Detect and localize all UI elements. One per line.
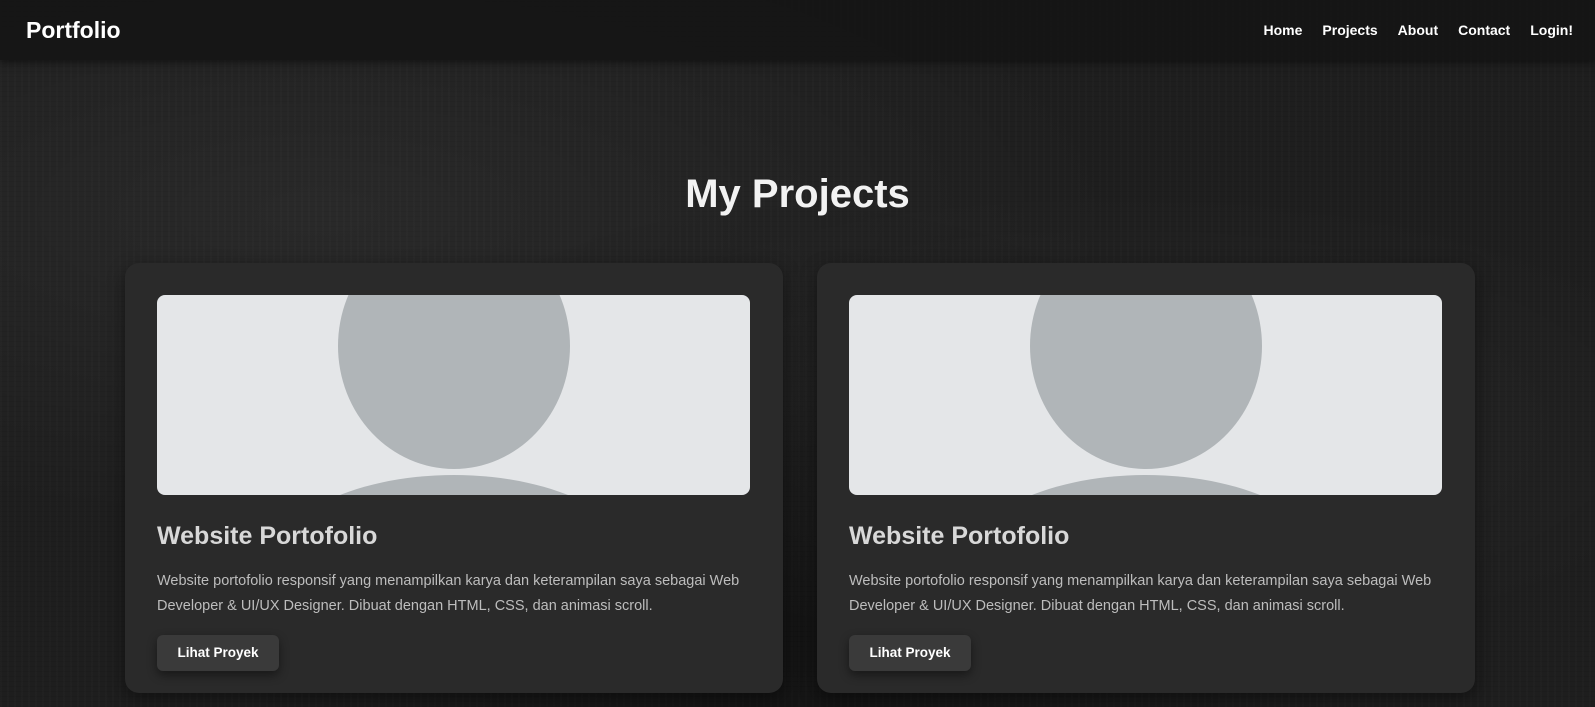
section-title: My Projects xyxy=(685,172,910,216)
navbar: Portfolio Home Projects About Contact Lo… xyxy=(0,0,1595,60)
avatar-head-shape xyxy=(1030,295,1262,469)
nav-links: Home Projects About Contact Login! xyxy=(1264,22,1573,38)
site-logo[interactable]: Portfolio xyxy=(26,17,121,44)
project-description: Website portofolio responsif yang menamp… xyxy=(849,573,1432,614)
project-title: Website Portofolio xyxy=(157,522,378,550)
avatar-shoulders-shape xyxy=(264,475,644,495)
project-title: Website Portofolio xyxy=(849,522,1070,550)
avatar-placeholder-icon xyxy=(849,295,1442,495)
nav-link-projects[interactable]: Projects xyxy=(1322,22,1377,38)
avatar-shoulders-shape xyxy=(956,475,1336,495)
project-description: Website portofolio responsif yang menamp… xyxy=(157,573,740,614)
project-card: Website Portofolio Website portofolio re… xyxy=(817,263,1475,693)
nav-link-login[interactable]: Login! xyxy=(1530,22,1573,38)
view-project-button[interactable]: Lihat Proyek xyxy=(849,635,971,671)
avatar-placeholder-icon xyxy=(157,295,750,495)
nav-link-home[interactable]: Home xyxy=(1264,22,1303,38)
nav-link-about[interactable]: About xyxy=(1398,22,1438,38)
project-card: Website Portofolio Website portofolio re… xyxy=(125,263,783,693)
avatar-head-shape xyxy=(338,295,570,469)
view-project-button[interactable]: Lihat Proyek xyxy=(157,635,279,671)
nav-link-contact[interactable]: Contact xyxy=(1458,22,1510,38)
